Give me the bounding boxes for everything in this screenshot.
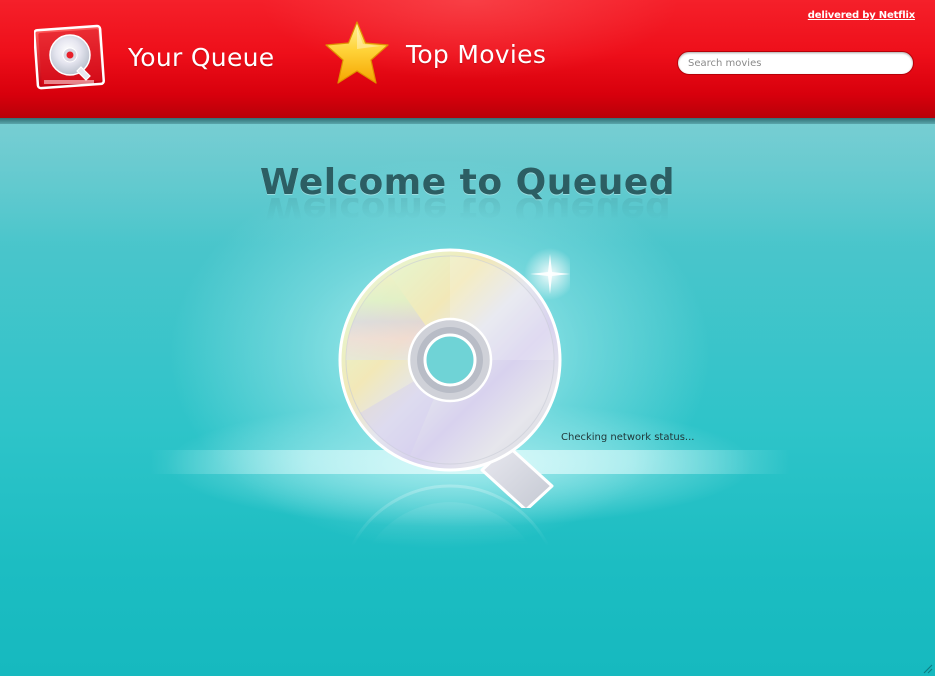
queue-disc-icon: [34, 24, 105, 90]
network-status-text: Checking network status...: [561, 432, 695, 443]
resize-grip-icon[interactable]: [921, 662, 933, 674]
welcome-title-reflection: Welcome to Queued: [264, 198, 671, 220]
search-movies-input[interactable]: [677, 51, 914, 75]
queued-disc-logo: [338, 248, 570, 508]
header-bar: Your Queue Top Movies delivered by Netfl…: [0, 0, 935, 118]
queued-disc-logo-reflection: [350, 484, 550, 546]
nav-your-queue-label: Your Queue: [128, 42, 275, 72]
nav-top-movies[interactable]: Top Movies: [322, 14, 546, 94]
welcome-title: Welcome to Queued: [259, 162, 676, 203]
star-icon: [325, 21, 389, 84]
app-window: Your Queue Top Movies delivered by Netfl…: [0, 0, 935, 676]
nav-your-queue[interactable]: Your Queue: [34, 22, 274, 92]
nav-top-movies-label: Top Movies: [406, 39, 547, 69]
delivered-by-netflix-link[interactable]: delivered by Netflix: [808, 10, 915, 21]
welcome-panel: Welcome to Queued Welcome to Queued Chec…: [0, 124, 935, 676]
